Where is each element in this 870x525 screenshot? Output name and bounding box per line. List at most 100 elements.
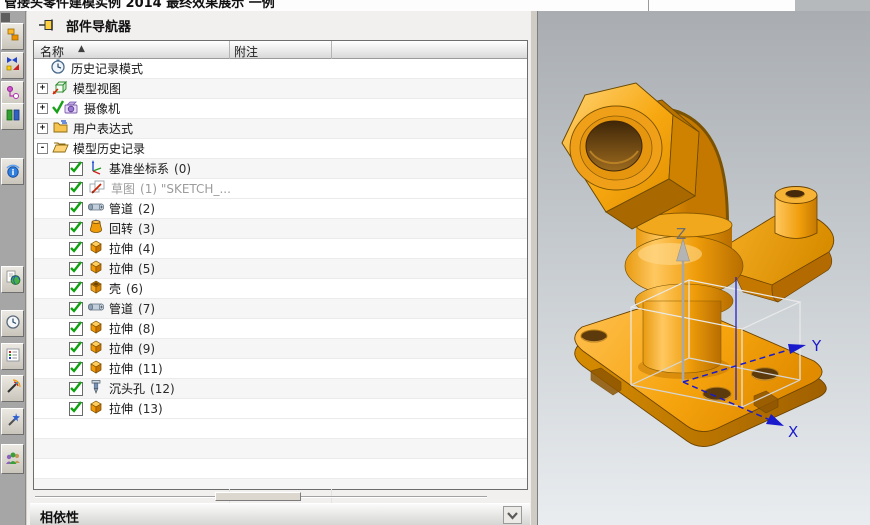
system-materials-icon — [5, 347, 21, 367]
feature-checkbox[interactable] — [69, 162, 83, 176]
tree-row[interactable]: 拉伸 (9) — [34, 339, 527, 359]
3d-model-canvas: Z Y X — [538, 11, 870, 525]
tree-row[interactable]: 拉伸 (13) — [34, 399, 527, 419]
tree-item-suffix: (3) — [138, 222, 155, 236]
constraint-navigator-icon — [5, 56, 21, 76]
tree-item-suffix: (5) — [138, 262, 155, 276]
graphics-viewport[interactable]: Z Y X — [537, 11, 870, 525]
column-header-name[interactable]: 名称 — [40, 43, 64, 60]
tube-icon — [88, 299, 105, 318]
y-axis-arrowhead — [788, 344, 806, 354]
tree-row[interactable]: 拉伸 (11) — [34, 359, 527, 379]
web-browser-icon — [5, 270, 21, 290]
expand-toggle[interactable]: + — [37, 83, 48, 94]
tree-item-suffix: (0) — [174, 162, 191, 176]
shell-icon — [88, 279, 105, 298]
tree-body: 历史记录模式 + 模型视图 + — [34, 59, 527, 489]
empty-row — [34, 439, 527, 459]
tree-row[interactable]: 拉伸 (5) — [34, 259, 527, 279]
dependencies-bar[interactable]: 相依性 — [30, 503, 530, 525]
expand-toggle[interactable]: + — [37, 103, 48, 114]
tree-row[interactable]: 沉头孔 (12) — [34, 379, 527, 399]
history-folder-icon — [52, 139, 69, 158]
tree-item-suffix: (1) "SKETCH_... — [140, 182, 231, 196]
tree-row[interactable]: + 模型视图 — [34, 79, 527, 99]
y-axis-label: Y — [811, 337, 822, 355]
tree-item-label: 管道 — [109, 300, 133, 317]
horizontal-scrollbar[interactable] — [33, 491, 528, 502]
tab-history-palette[interactable] — [1, 310, 24, 337]
dependencies-title: 相依性 — [40, 507, 79, 525]
sort-ascending-icon[interactable]: ▲ — [78, 44, 85, 54]
clock-icon — [50, 59, 67, 78]
feature-checkbox[interactable] — [69, 242, 83, 256]
tree-item-suffix: (12) — [150, 382, 175, 396]
expressions-folder-icon — [52, 119, 69, 138]
tree-row[interactable]: 历史记录模式 — [34, 59, 527, 79]
column-header-note[interactable]: 附注 — [234, 43, 258, 60]
expand-toggle[interactable]: + — [37, 123, 48, 134]
tree-item-label: 历史记录模式 — [71, 60, 143, 77]
tree-item-suffix: (11) — [138, 362, 163, 376]
feature-checkbox[interactable] — [69, 342, 83, 356]
tab-assembly-navigator[interactable] — [1, 23, 24, 50]
tree-row[interactable]: + 摄像机 — [34, 99, 527, 119]
extrude-icon — [88, 339, 105, 358]
tree-row[interactable]: 管道 (2) — [34, 199, 527, 219]
feature-checkbox[interactable] — [69, 322, 83, 336]
extrude-icon — [88, 399, 105, 418]
tab-effects-wand[interactable] — [1, 408, 24, 435]
tree-row[interactable]: 草图 (1) "SKETCH_... — [34, 179, 527, 199]
expand-toggle[interactable]: - — [37, 143, 48, 154]
feature-checkbox[interactable] — [69, 282, 83, 296]
part-navigator-icon — [5, 85, 21, 105]
feature-checkbox[interactable] — [69, 402, 83, 416]
tree-item-label: 草图 — [111, 180, 135, 197]
tree-item-label: 用户表达式 — [73, 120, 133, 137]
feature-checkbox[interactable] — [69, 182, 83, 196]
feature-checkbox[interactable] — [69, 362, 83, 376]
tree-item-label: 模型历史记录 — [73, 140, 145, 157]
collapse-button[interactable] — [503, 506, 522, 524]
feature-checkbox[interactable] — [69, 302, 83, 316]
tree-row[interactable]: 管道 (7) — [34, 299, 527, 319]
tree-row[interactable]: 拉伸 (4) — [34, 239, 527, 259]
tab-roles[interactable] — [1, 444, 24, 474]
x-axis-label: X — [788, 423, 798, 441]
tab-constraint-navigator[interactable] — [1, 52, 24, 79]
pin-icon[interactable] — [39, 16, 56, 35]
tree-row[interactable]: 基准坐标系 (0) — [34, 159, 527, 179]
tab-reuse-library[interactable] — [1, 103, 24, 130]
tree-item-suffix: (7) — [138, 302, 155, 316]
feature-checkbox[interactable] — [69, 202, 83, 216]
panel-splitter[interactable] — [530, 11, 537, 525]
tree-item-suffix: (2) — [138, 202, 155, 216]
visual-reports-icon — [5, 379, 21, 399]
feature-checkbox[interactable] — [69, 262, 83, 276]
resource-bar: i — [0, 11, 26, 525]
feature-checkbox[interactable] — [69, 222, 83, 236]
sketch-icon — [88, 179, 107, 198]
tab-visual-reports[interactable] — [1, 375, 24, 402]
tree-item-label: 拉伸 — [109, 340, 133, 357]
feature-checkbox[interactable] — [69, 382, 83, 396]
extrude-icon — [88, 259, 105, 278]
extrude-icon — [88, 319, 105, 338]
scrollbar-thumb[interactable] — [215, 492, 301, 501]
assembly-navigator-icon — [5, 27, 21, 47]
tree-row[interactable]: 壳 (6) — [34, 279, 527, 299]
z-axis-label: Z — [676, 225, 686, 243]
tree-row[interactable]: 回转 (3) — [34, 219, 527, 239]
tab-system-materials[interactable] — [1, 343, 24, 370]
column-splitter[interactable] — [331, 41, 332, 59]
tree-row[interactable]: + 用户表达式 — [34, 119, 527, 139]
tree-item-label: 管道 — [109, 200, 133, 217]
tab-hd3d-tools[interactable]: i — [1, 158, 24, 185]
tab-web-browser[interactable] — [1, 266, 24, 293]
tree-row[interactable]: - 模型历史记录 — [34, 139, 527, 159]
column-splitter[interactable] — [229, 41, 230, 59]
svg-text:i: i — [11, 168, 14, 177]
tree-row[interactable]: 拉伸 (8) — [34, 319, 527, 339]
tree-item-label: 模型视图 — [73, 80, 121, 97]
column-header-row: 名称 ▲ 附注 — [34, 41, 527, 59]
